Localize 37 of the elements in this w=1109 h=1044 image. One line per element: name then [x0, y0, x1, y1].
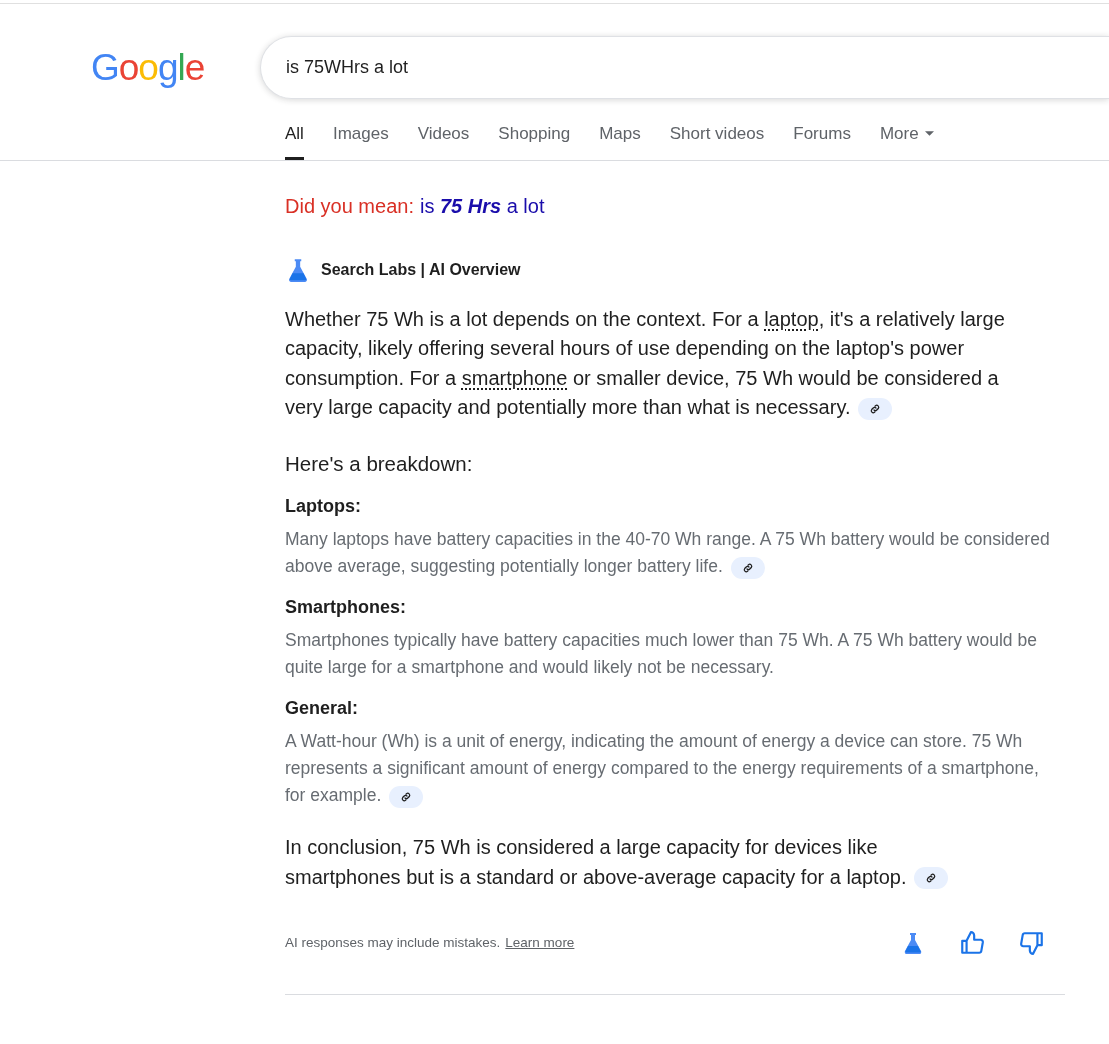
search-tab[interactable]: All [285, 121, 304, 160]
item-heading: General: [285, 697, 360, 721]
search-tab[interactable]: Videos [417, 121, 470, 160]
source-link-chip[interactable] [389, 785, 424, 808]
source-link-chip[interactable] [914, 867, 949, 890]
source-link-chip[interactable] [858, 397, 893, 420]
item-heading: Laptops: [285, 495, 362, 519]
search-tab[interactable]: Images [332, 121, 389, 160]
source-link-chip[interactable] [730, 556, 765, 579]
breakdown-heading: Here's a breakdown: [285, 450, 474, 477]
search-tab[interactable]: Maps [599, 121, 641, 160]
search-field[interactable]: is 75WHrs a lot [260, 36, 1109, 99]
thumbs-down-icon[interactable] [1019, 930, 1045, 957]
learn-more-link[interactable]: Learn more [505, 933, 575, 954]
item-text: Many laptops have battery capacities in the 40-70 Wh range. A 75 Wh battery would be considered above average, suggesting potentially longer battery life. [285, 528, 1051, 581]
search-tab[interactable]: Forums [793, 121, 851, 160]
link-icon [741, 561, 754, 574]
caret-icon [924, 131, 934, 137]
item-heading: Smartphones: [285, 596, 408, 620]
item-text: A Watt-hour (Wh) is a unit of energy, indicating the amount of energy a device can store. 75 Wh represents a significant amount of energy compared to the energy requirements of a smartphone, for example. [285, 730, 1040, 810]
ai-overview-title: Search Labs | AI Overview [321, 259, 521, 280]
link-icon [925, 872, 938, 885]
conclusion-paragraph: In conclusion, 75 Wh is considered a large capacity for devices like smartphones but is a standard or above-average capacity for a laptop. [285, 833, 985, 893]
spelling-suggestion-link[interactable]: is 75 Hrs a lot [419, 190, 545, 221]
link-icon [400, 790, 413, 803]
search-tab[interactable]: More [879, 121, 934, 160]
disclaimer-text: AI responses may include mistakes. [285, 934, 501, 953]
overview-paragraph: Whether 75 Wh is a lot depends on the context. For a laptop, it's a relatively large capacity, likely offering several hours of use depending on the laptop's power consumption. For a smartphone or smaller device, 75 Wh would be considered a very large capacity and potentially more than what is necessary. [285, 306, 1006, 422]
thumbs-up-icon[interactable] [959, 930, 985, 957]
search-tab[interactable]: Shopping [498, 121, 571, 160]
did-you-mean-label: Did you mean: [285, 193, 414, 219]
search-tab[interactable]: Short videos [669, 121, 765, 160]
term-link[interactable]: laptop [764, 307, 819, 330]
link-icon [869, 402, 882, 415]
google-logo[interactable]: Google [91, 49, 260, 86]
item-text: Smartphones typically have battery capacities much lower than 75 Wh. A 75 Wh battery would be quite large for a smartphone and would likely not be necessary. [285, 629, 1038, 680]
term-link[interactable]: smartphone [461, 366, 568, 389]
